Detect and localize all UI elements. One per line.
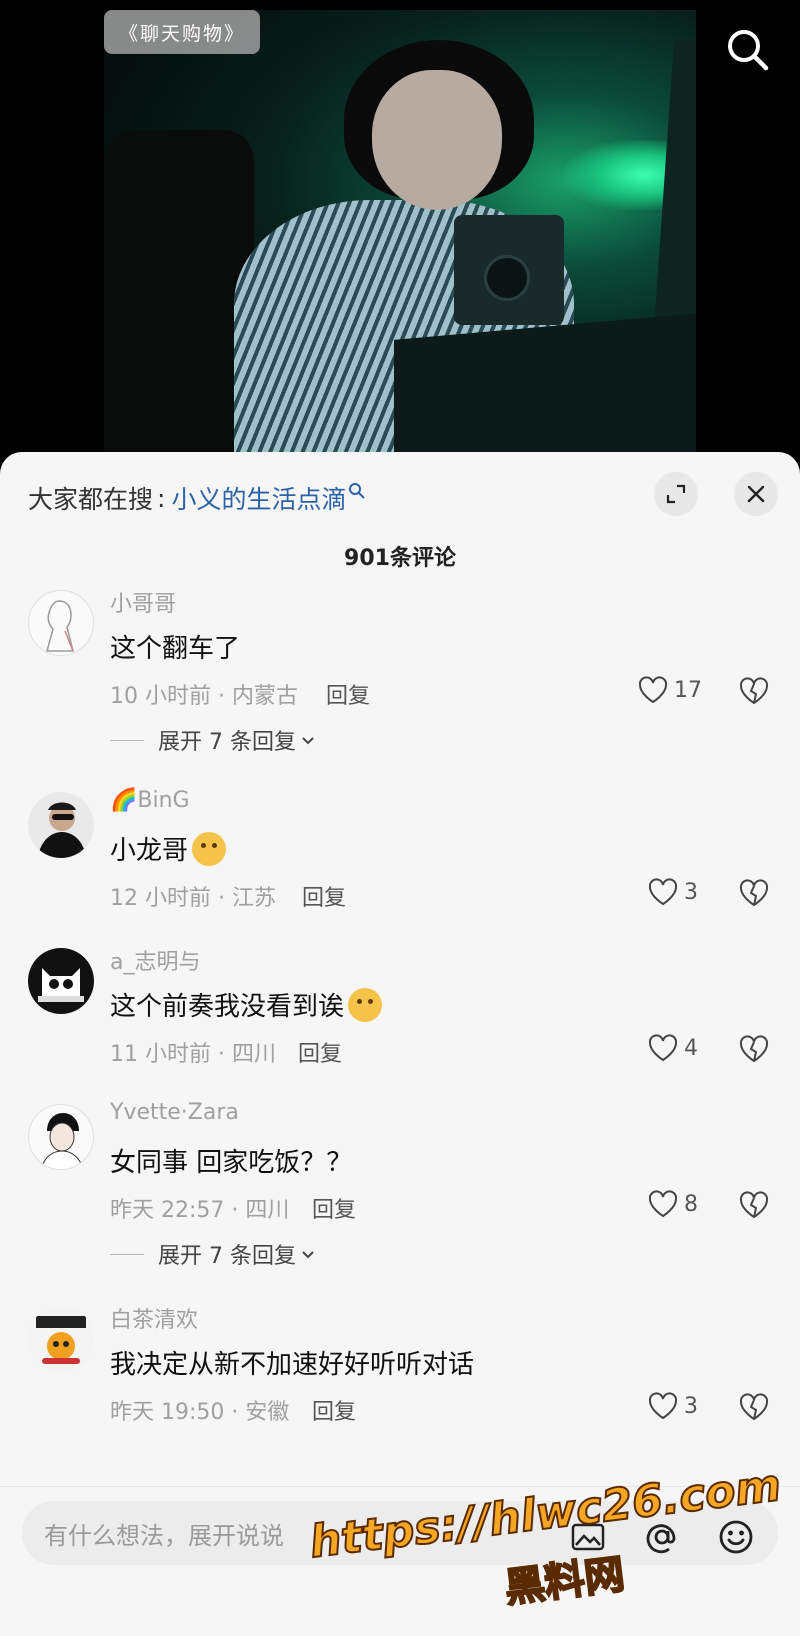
comment-text: 小龙哥	[110, 830, 227, 867]
heart-icon	[638, 676, 668, 704]
avatar[interactable]	[28, 948, 94, 1014]
comment-meta: 11 小时前 · 四川	[110, 1042, 276, 1067]
username[interactable]: a_志明与	[110, 944, 200, 976]
search-icon[interactable]	[722, 24, 774, 76]
comment-meta: 12 小时前 · 江苏	[110, 886, 276, 911]
avatar[interactable]	[28, 1104, 94, 1170]
username[interactable]: 🌈BinG	[110, 788, 190, 813]
broken-heart-icon[interactable]	[738, 1188, 770, 1220]
expand-replies-label: 展开 7 条回复	[158, 1244, 296, 1269]
hot-search-separator: :	[157, 483, 166, 513]
like-count: 8	[684, 1191, 698, 1217]
avatar[interactable]	[28, 590, 94, 656]
broken-heart-icon[interactable]	[738, 1390, 770, 1422]
comment-input-bar: 有什么想法，展开说说	[0, 1486, 800, 1636]
comment-meta: 昨天 22:57 · 四川	[110, 1198, 290, 1223]
broken-heart-icon[interactable]	[738, 876, 770, 908]
expand-replies[interactable]: 展开 7 条回复	[110, 724, 316, 756]
chevron-down-icon	[302, 1251, 314, 1259]
expand-replies-label: 展开 7 条回复	[158, 730, 296, 755]
avatar[interactable]	[28, 1306, 94, 1372]
reply-button[interactable]: 回复	[326, 678, 370, 710]
comment-count: 901条评论	[344, 546, 456, 571]
at-icon[interactable]	[642, 1517, 682, 1557]
video-title-badge: 《聊天购物》	[104, 10, 260, 54]
surprised-emoji-icon	[348, 987, 383, 1022]
search-icon	[349, 483, 366, 499]
app-root: 《聊天购物》 大家都在搜 : 小义的生活点滴 901条评论 小哥哥 这个翻车了 …	[0, 0, 800, 1636]
broken-heart-icon[interactable]	[738, 674, 770, 706]
heart-icon	[648, 878, 678, 906]
comment-text: 这个前奏我没看到诶	[110, 986, 383, 1023]
avatar[interactable]	[28, 792, 94, 858]
broken-heart-icon[interactable]	[738, 1032, 770, 1064]
thinking-emoji-icon	[192, 831, 227, 866]
like-count: 4	[684, 1035, 698, 1061]
like-count: 3	[684, 1393, 698, 1419]
expand-replies[interactable]: 展开 7 条回复	[110, 1238, 316, 1270]
like-button[interactable]: 3	[648, 1390, 698, 1422]
like-count: 17	[674, 677, 702, 703]
image-icon[interactable]	[568, 1517, 608, 1557]
hot-search-keyword[interactable]: 小义的生活点滴	[171, 480, 346, 516]
comment-text: 这个翻车了	[110, 634, 241, 664]
like-count: 3	[684, 879, 698, 905]
expand-icon[interactable]	[654, 472, 698, 516]
heart-icon	[648, 1392, 678, 1420]
reply-button[interactable]: 回复	[312, 1394, 356, 1426]
video-frame	[104, 10, 696, 460]
comment-text-content: 这个前奏我没看到诶	[110, 992, 345, 1022]
username[interactable]: 小哥哥	[110, 586, 176, 618]
username[interactable]: Yvette·Zara	[110, 1100, 239, 1125]
comment-meta: 10 小时前 · 内蒙古	[110, 684, 298, 709]
like-button[interactable]: 8	[648, 1188, 698, 1220]
reply-button[interactable]: 回复	[302, 880, 346, 912]
chevron-down-icon	[302, 737, 314, 745]
heart-icon	[648, 1034, 678, 1062]
comment-text-content: 小龙哥	[110, 836, 189, 866]
comment-text: 女同事 回家吃饭？？	[110, 1148, 353, 1178]
video-player[interactable]: 《聊天购物》	[0, 0, 800, 460]
comment-meta: 昨天 19:50 · 安徽	[110, 1400, 290, 1425]
username[interactable]: 白茶清欢	[110, 1302, 198, 1334]
hot-search[interactable]: 大家都在搜 : 小义的生活点滴	[28, 480, 366, 516]
reply-button[interactable]: 回复	[312, 1192, 356, 1224]
comment-sheet: 大家都在搜 : 小义的生活点滴 901条评论 小哥哥 这个翻车了 10 小时前 …	[0, 452, 800, 1636]
reply-button[interactable]: 回复	[298, 1036, 342, 1068]
comment-text: 我决定从新不加速好好听听对话	[110, 1350, 475, 1380]
like-button[interactable]: 4	[648, 1032, 698, 1064]
close-icon[interactable]	[734, 472, 778, 516]
heart-icon	[648, 1190, 678, 1218]
like-button[interactable]: 3	[648, 876, 698, 908]
hot-search-label: 大家都在搜	[28, 485, 154, 514]
like-button[interactable]: 17	[638, 674, 702, 706]
emoji-icon[interactable]	[716, 1517, 756, 1557]
